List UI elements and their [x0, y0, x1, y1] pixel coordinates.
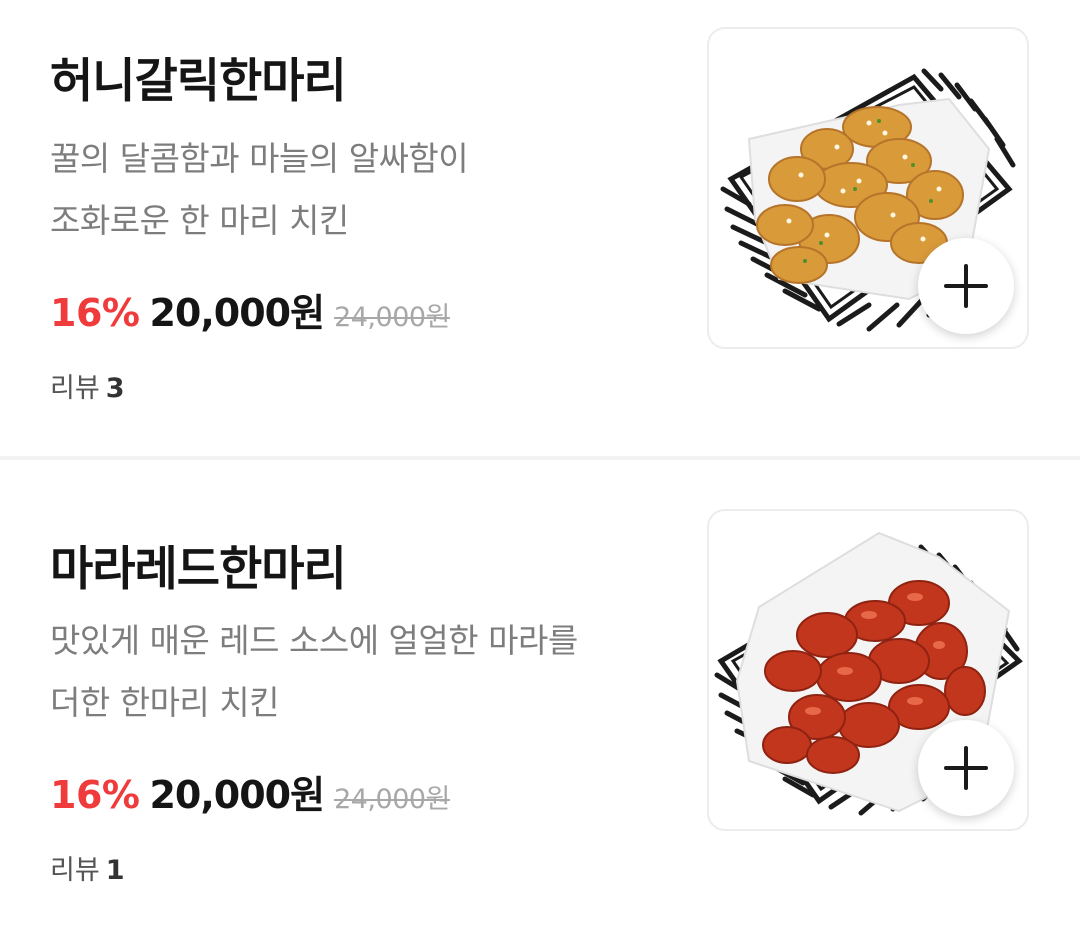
menu-item-name: 허니갈릭한마리 — [50, 54, 347, 109]
plus-icon — [944, 746, 988, 790]
review-count: 3 — [105, 373, 125, 404]
add-to-cart-button[interactable] — [918, 720, 1014, 816]
discount-rate: 16% — [50, 773, 140, 817]
original-price: 24,000원 — [334, 784, 450, 815]
menu-item-name: 마라레드한마리 — [50, 542, 347, 597]
price-row: 16% 20,000원 24,000원 — [50, 282, 450, 337]
sale-price: 20,000원 — [149, 291, 325, 335]
price-row: 16% 20,000원 24,000원 — [50, 764, 450, 819]
plus-icon — [944, 264, 988, 308]
review-label: 리뷰 — [50, 855, 100, 886]
description-line: 더한 한마리 치킨 — [50, 683, 280, 722]
description-line: 꿀의 달콤함과 마늘의 알싸함이 — [50, 139, 469, 178]
review-label: 리뷰 — [50, 373, 100, 404]
menu-item-honey-garlic[interactable]: 허니갈릭한마리 꿀의 달콤함과 마늘의 알싸함이 조화로운 한 마리 치킨 16… — [0, 0, 1080, 456]
add-to-cart-button[interactable] — [918, 238, 1014, 334]
menu-list: 허니갈릭한마리 꿀의 달콤함과 마늘의 알싸함이 조화로운 한 마리 치킨 16… — [0, 0, 1080, 926]
review-summary[interactable]: 리뷰 3 — [50, 366, 124, 405]
review-summary[interactable]: 리뷰 1 — [50, 848, 124, 887]
menu-item-description: 꿀의 달콤함과 마늘의 알싸함이 조화로운 한 마리 치킨 — [50, 128, 690, 252]
discount-rate: 16% — [50, 291, 140, 335]
description-line: 맛있게 매운 레드 소스에 얼얼한 마라를 — [50, 621, 578, 660]
sale-price: 20,000원 — [149, 773, 325, 817]
menu-item-description: 맛있게 매운 레드 소스에 얼얼한 마라를 더한 한마리 치킨 — [50, 610, 690, 734]
description-line: 조화로운 한 마리 치킨 — [50, 201, 349, 240]
review-count: 1 — [105, 855, 125, 886]
original-price: 24,000원 — [334, 302, 450, 333]
menu-item-mala-red[interactable]: 마라레드한마리 맛있게 매운 레드 소스에 얼얼한 마라를 더한 한마리 치킨 … — [0, 460, 1080, 926]
